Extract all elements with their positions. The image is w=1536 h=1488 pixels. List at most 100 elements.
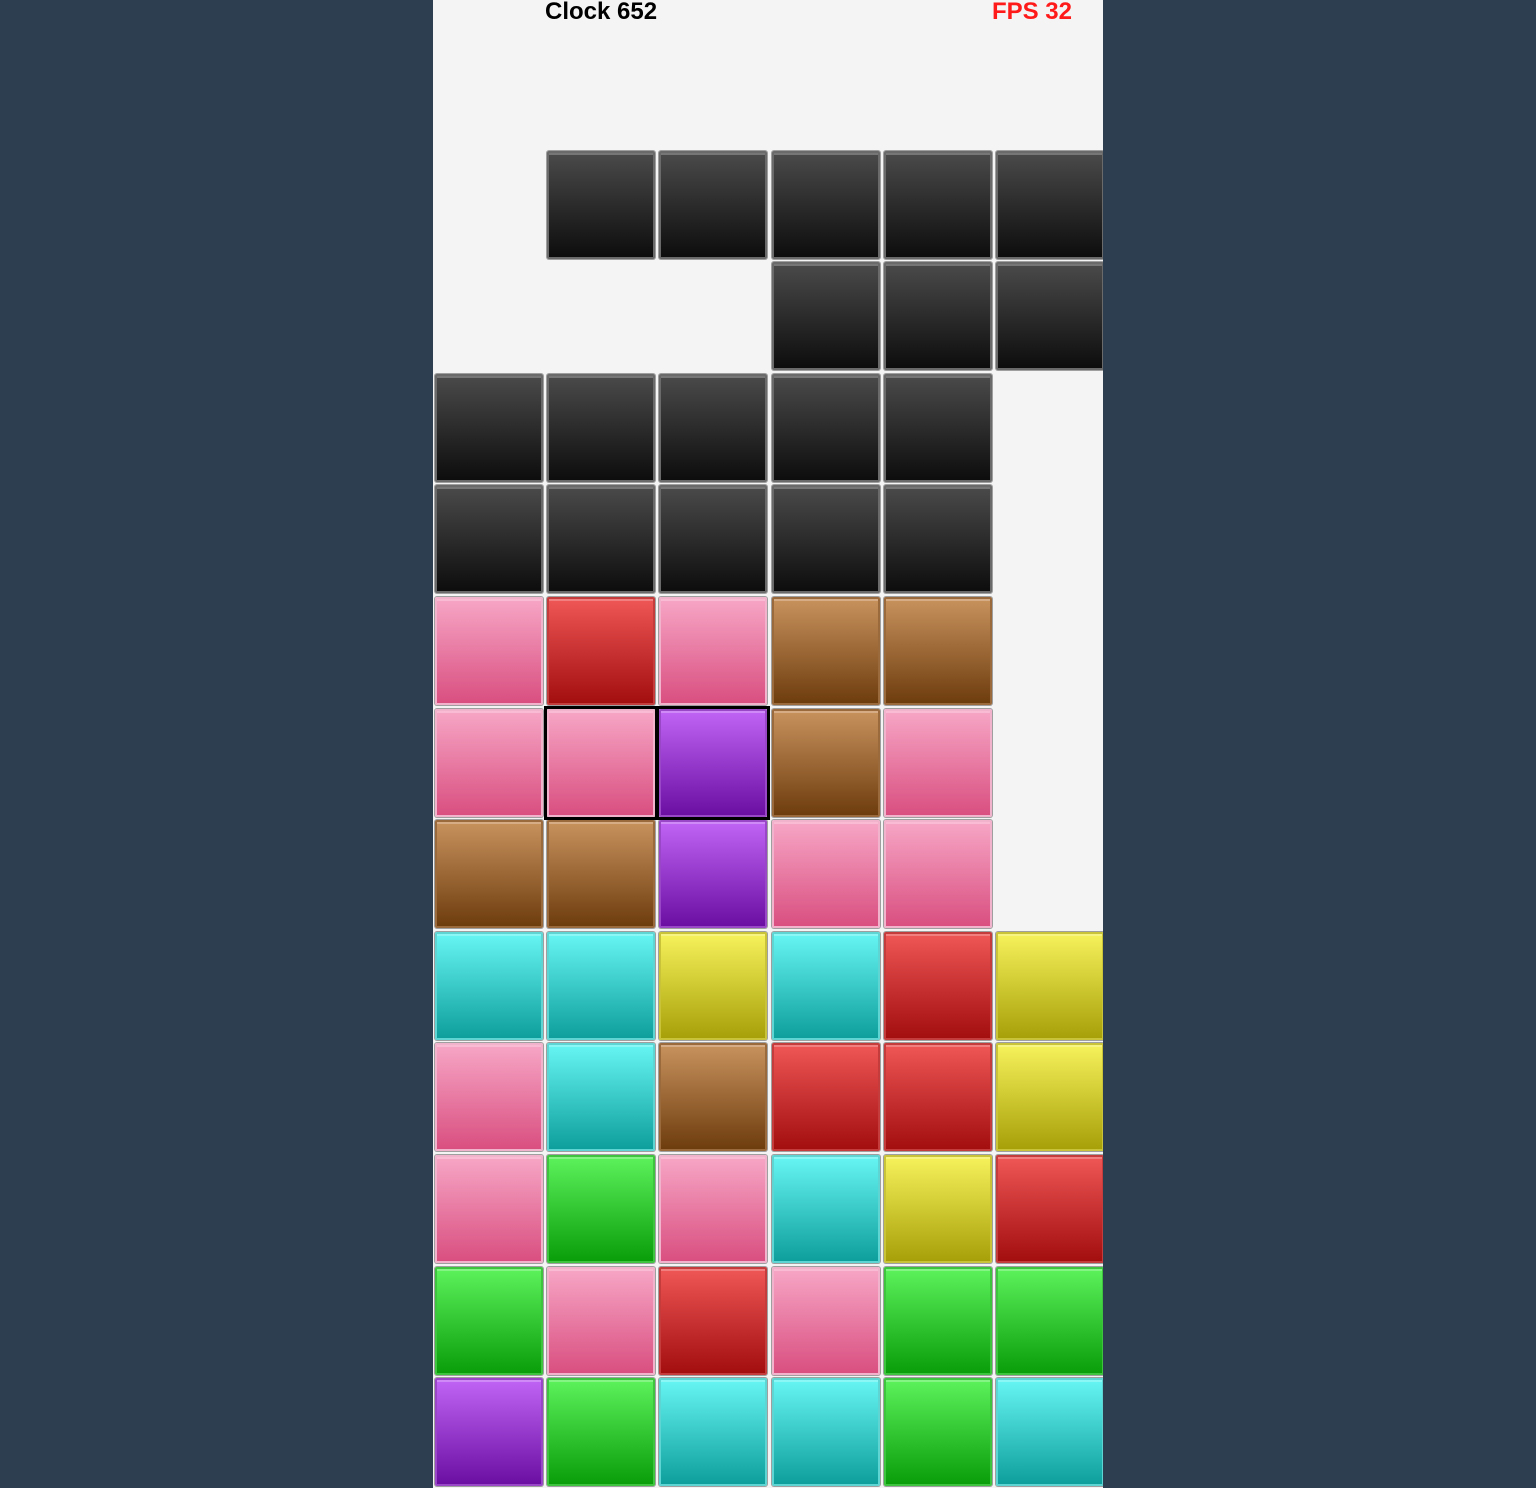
- tile-face: [547, 931, 656, 1040]
- tile-brown[interactable]: [433, 818, 545, 930]
- tile-black[interactable]: [770, 483, 882, 595]
- tile-purple[interactable]: [656, 705, 771, 820]
- tile-face: [771, 262, 880, 371]
- tile-face: [883, 931, 992, 1040]
- tile-black[interactable]: [994, 149, 1103, 261]
- tile-face: [771, 708, 880, 817]
- tile-face: [883, 820, 992, 929]
- tile-brown[interactable]: [882, 595, 994, 707]
- tile-face: [883, 708, 992, 817]
- tile-black[interactable]: [882, 149, 994, 261]
- tile-face: [659, 485, 768, 594]
- tile-yellow[interactable]: [994, 1041, 1103, 1153]
- tile-black[interactable]: [882, 260, 994, 372]
- tile-face: [435, 485, 543, 594]
- tile-black[interactable]: [770, 149, 882, 261]
- tile-green[interactable]: [882, 1265, 994, 1377]
- tile-black[interactable]: [770, 260, 882, 372]
- tile-black[interactable]: [657, 149, 769, 261]
- tile-face: [547, 1155, 656, 1263]
- tile-red[interactable]: [545, 595, 657, 707]
- tile-black[interactable]: [545, 372, 657, 484]
- tile-cyan[interactable]: [994, 1376, 1103, 1488]
- tile-pink[interactable]: [770, 1265, 882, 1377]
- tile-pink[interactable]: [433, 1153, 545, 1265]
- tile-face: [883, 373, 992, 482]
- tile-face: [659, 708, 768, 817]
- tile-face: [659, 1266, 768, 1375]
- tile-black[interactable]: [994, 260, 1103, 372]
- tile-red[interactable]: [994, 1153, 1103, 1265]
- tile-yellow[interactable]: [994, 930, 1103, 1042]
- tile-pink[interactable]: [433, 707, 545, 819]
- tile-brown[interactable]: [770, 707, 882, 819]
- tile-brown[interactable]: [770, 595, 882, 707]
- tile-black[interactable]: [882, 483, 994, 595]
- tile-red[interactable]: [770, 1041, 882, 1153]
- tile-face: [883, 262, 992, 371]
- tile-face: [771, 1378, 880, 1487]
- tile-cyan[interactable]: [545, 930, 657, 1042]
- tile-face: [771, 597, 880, 705]
- tile-face: [883, 1043, 992, 1152]
- tile-pink[interactable]: [882, 707, 994, 819]
- tile-face: [883, 1378, 992, 1487]
- tile-pink[interactable]: [770, 818, 882, 930]
- tile-face: [547, 820, 656, 929]
- tile-green[interactable]: [545, 1376, 657, 1488]
- tile-black[interactable]: [433, 483, 545, 595]
- tile-pink[interactable]: [544, 705, 659, 820]
- tile-cyan[interactable]: [770, 1376, 882, 1488]
- tile-yellow[interactable]: [882, 1153, 994, 1265]
- tile-purple[interactable]: [433, 1376, 545, 1488]
- tile-face: [659, 373, 768, 482]
- tile-black[interactable]: [657, 372, 769, 484]
- tile-black[interactable]: [545, 483, 657, 595]
- tile-face: [771, 931, 880, 1040]
- tile-brown[interactable]: [545, 818, 657, 930]
- tile-face: [435, 1155, 543, 1263]
- tile-red[interactable]: [882, 1041, 994, 1153]
- tile-face: [883, 1155, 992, 1263]
- tile-purple[interactable]: [657, 818, 769, 930]
- tile-black[interactable]: [545, 149, 657, 261]
- tile-red[interactable]: [882, 930, 994, 1042]
- tile-cyan[interactable]: [433, 930, 545, 1042]
- tile-face: [883, 597, 992, 705]
- tile-red[interactable]: [657, 1265, 769, 1377]
- tile-face: [435, 373, 543, 482]
- tile-face: [659, 597, 768, 705]
- tile-green[interactable]: [882, 1376, 994, 1488]
- tile-black[interactable]: [882, 372, 994, 484]
- tile-cyan[interactable]: [770, 930, 882, 1042]
- tile-face: [435, 931, 543, 1040]
- tile-face: [435, 1378, 543, 1487]
- tile-pink[interactable]: [545, 1265, 657, 1377]
- tile-face: [435, 1043, 543, 1152]
- tile-green[interactable]: [433, 1265, 545, 1377]
- tile-black[interactable]: [433, 372, 545, 484]
- tile-face: [771, 820, 880, 929]
- tile-cyan[interactable]: [657, 1376, 769, 1488]
- tile-black[interactable]: [770, 372, 882, 484]
- tile-brown[interactable]: [657, 1041, 769, 1153]
- tile-face: [435, 708, 543, 817]
- tile-pink[interactable]: [657, 1153, 769, 1265]
- tile-cyan[interactable]: [770, 1153, 882, 1265]
- tile-green[interactable]: [545, 1153, 657, 1265]
- tile-face: [771, 150, 880, 259]
- tile-pink[interactable]: [433, 1041, 545, 1153]
- tile-face: [547, 373, 656, 482]
- tile-black[interactable]: [657, 483, 769, 595]
- tile-face: [883, 485, 992, 594]
- tile-pink[interactable]: [433, 595, 545, 707]
- tile-face: [547, 1378, 656, 1487]
- tile-pink[interactable]: [882, 818, 994, 930]
- tile-pink[interactable]: [657, 595, 769, 707]
- tile-yellow[interactable]: [657, 930, 769, 1042]
- tile-face: [659, 1378, 768, 1487]
- tile-cyan[interactable]: [545, 1041, 657, 1153]
- tile-green[interactable]: [994, 1265, 1103, 1377]
- tile-face: [996, 1043, 1103, 1152]
- tile-face: [547, 150, 656, 259]
